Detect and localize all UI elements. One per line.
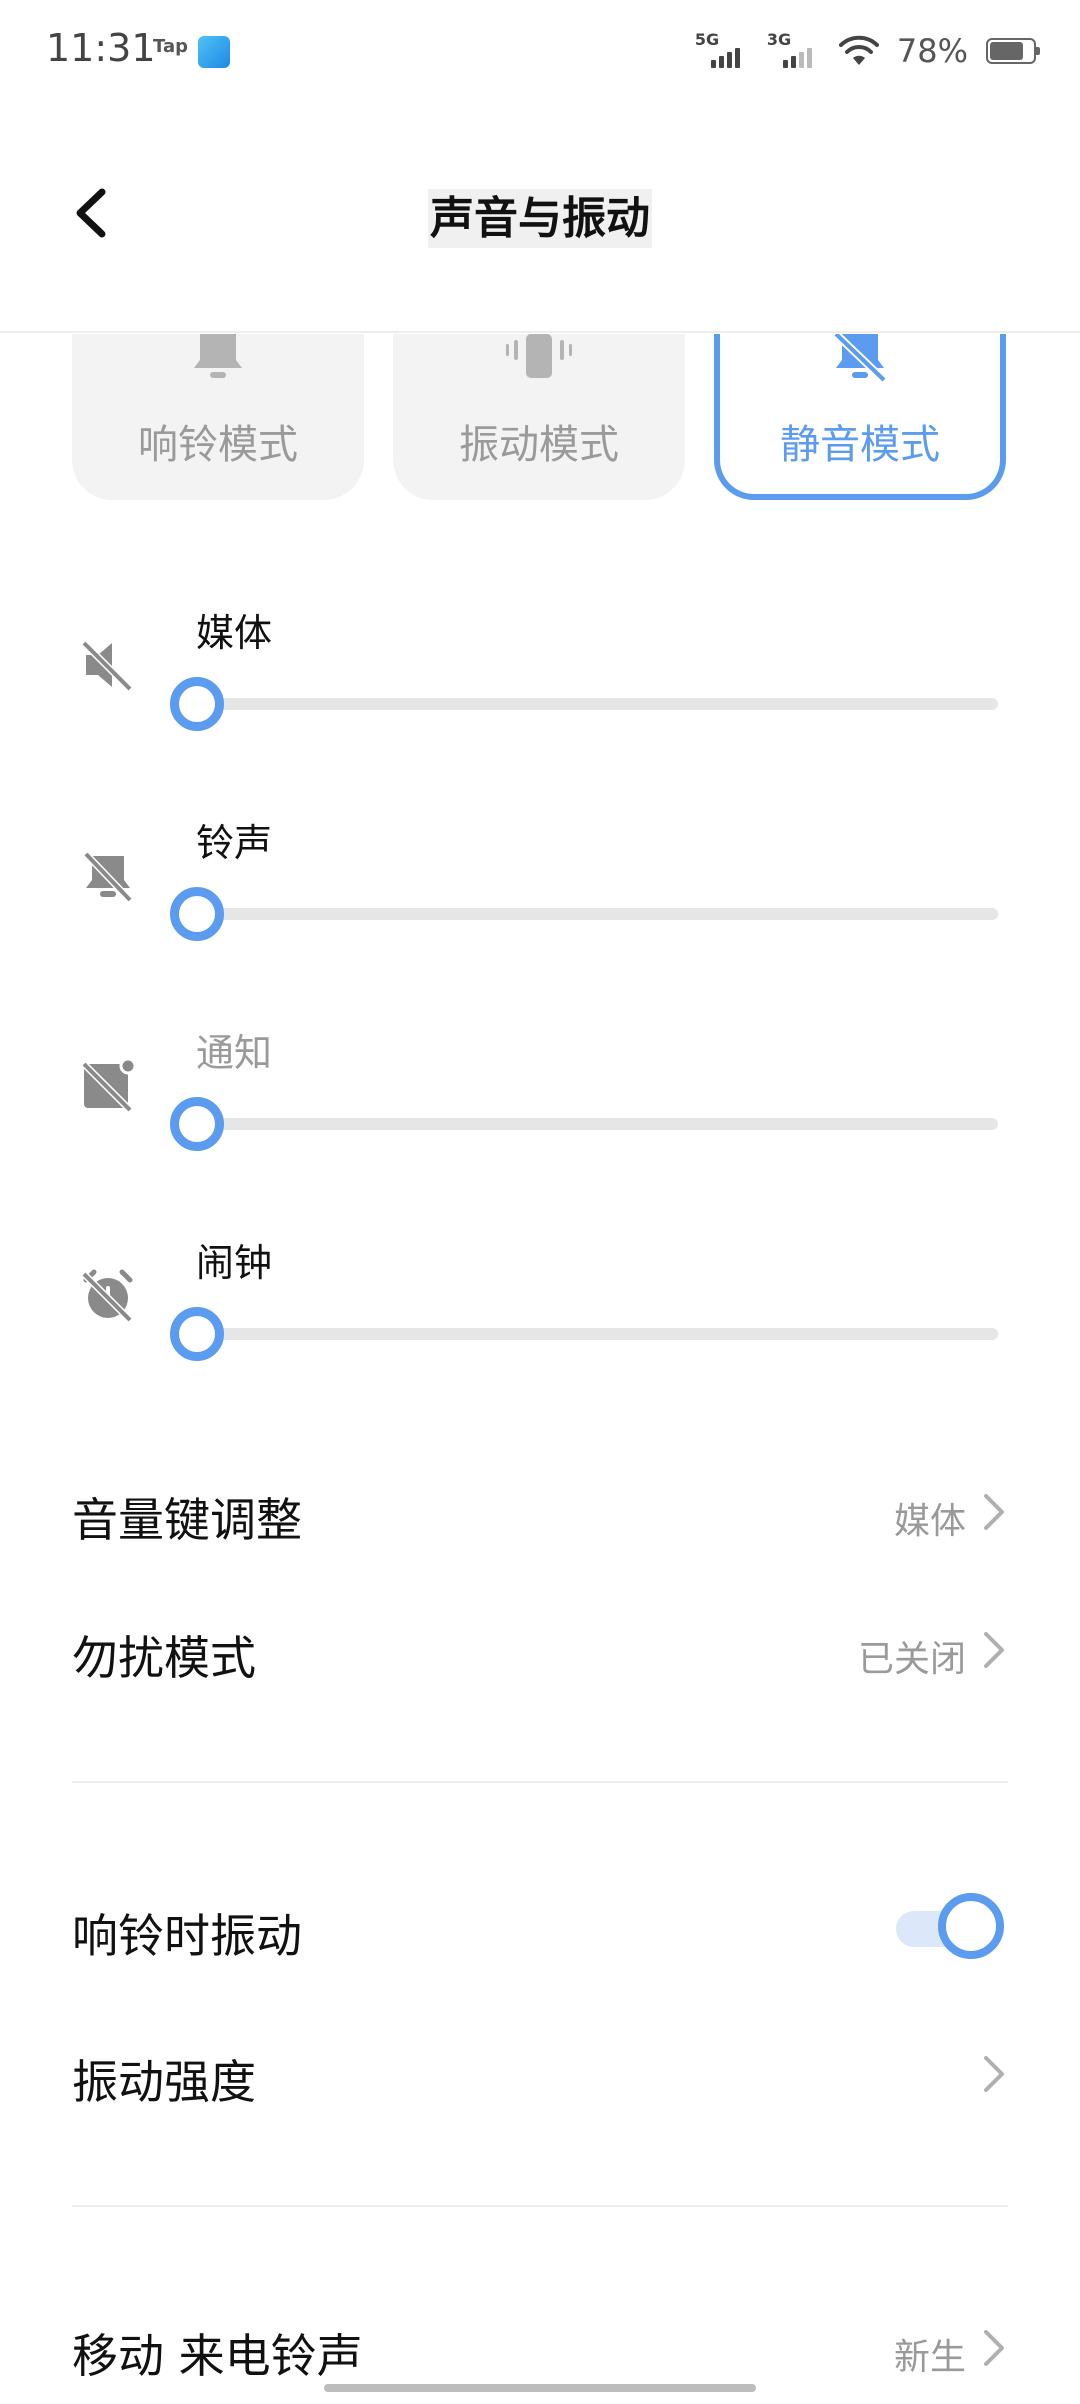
mode-ring-button[interactable]: 响铃模式 bbox=[72, 334, 364, 500]
dnd-label: 勿扰模式 bbox=[72, 1631, 256, 1685]
toggle-knob bbox=[938, 1893, 1004, 1959]
volume-key-value: 媒体 bbox=[893, 1501, 966, 1542]
mode-ring-label: 响铃模式 bbox=[138, 422, 298, 468]
header-divider bbox=[0, 331, 1080, 333]
volume-ringtone-thumb[interactable] bbox=[170, 887, 224, 941]
mode-vibrate-button[interactable]: 振动模式 bbox=[393, 334, 685, 500]
dnd-value: 已关闭 bbox=[857, 1639, 966, 1680]
vibration-strength-label: 振动强度 bbox=[72, 2055, 256, 2109]
mode-silent-label: 静音模式 bbox=[780, 422, 940, 468]
volume-media-thumb[interactable] bbox=[170, 677, 224, 731]
bell-muted-icon bbox=[833, 334, 887, 383]
status-time: 11:31 bbox=[46, 26, 156, 70]
signal-sim1-icon: 5G bbox=[695, 30, 749, 72]
app-notification-icon bbox=[198, 36, 230, 68]
ringtone-value: 新生 bbox=[893, 2337, 966, 2378]
volume-notification-label: 通知 bbox=[196, 1031, 273, 1075]
mode-silent-button[interactable]: 静音模式 bbox=[714, 334, 1006, 500]
bell-icon bbox=[194, 334, 242, 378]
volume-key-label: 音量键调整 bbox=[72, 1493, 302, 1547]
wifi-icon bbox=[838, 35, 879, 65]
volume-ringtone-label: 铃声 bbox=[196, 821, 273, 865]
signal-sim2-icon: 3G bbox=[767, 30, 821, 72]
volume-alarm-label: 闹钟 bbox=[196, 1241, 273, 1285]
status-bar: 11:31 Tap 5G 3G 78% bbox=[0, 0, 1080, 100]
bell-muted-icon bbox=[83, 851, 133, 903]
section-divider bbox=[72, 1781, 1008, 1783]
volume-key-row[interactable]: 音量键调整 媒体 bbox=[0, 1448, 1080, 1568]
taptap-notification-icon: Tap bbox=[153, 36, 188, 57]
mode-vibrate-label: 振动模式 bbox=[459, 422, 619, 468]
sim1-network-type: 5G bbox=[694, 30, 720, 49]
dnd-row[interactable]: 勿扰模式 已关闭 bbox=[0, 1586, 1080, 1706]
page-title: 声音与振动 bbox=[0, 182, 1080, 248]
page-title-text: 声音与振动 bbox=[428, 189, 652, 248]
ringtone-label: 移动 来电铃声 bbox=[72, 2329, 363, 2383]
notification-muted-icon bbox=[81, 1058, 136, 1113]
navigation-handle[interactable] bbox=[324, 2384, 756, 2392]
volume-ringtone-slider[interactable] bbox=[196, 908, 998, 920]
chevron-right-icon bbox=[984, 2330, 1004, 2366]
speaker-muted-icon bbox=[81, 640, 133, 692]
volume-alarm-thumb[interactable] bbox=[170, 1307, 224, 1361]
volume-alarm-slider[interactable] bbox=[196, 1328, 998, 1340]
battery-percent: 78% bbox=[896, 32, 968, 70]
vibrate-icon bbox=[506, 334, 572, 378]
vibrate-on-ring-toggle[interactable] bbox=[886, 1891, 1004, 1961]
alarm-muted-icon bbox=[81, 1269, 133, 1323]
vibration-strength-row[interactable]: 振动强度 bbox=[0, 2010, 1080, 2130]
volume-notification-slider[interactable] bbox=[196, 1118, 998, 1130]
chevron-right-icon bbox=[984, 1632, 1004, 1668]
chevron-right-icon bbox=[984, 2056, 1004, 2092]
vibrate-on-ring-label: 响铃时振动 bbox=[72, 1909, 302, 1963]
section-divider bbox=[72, 2205, 1008, 2207]
volume-media-slider[interactable] bbox=[196, 698, 998, 710]
sim2-network-type: 3G bbox=[766, 30, 792, 49]
volume-notification-thumb[interactable] bbox=[170, 1097, 224, 1151]
chevron-right-icon bbox=[984, 1494, 1004, 1530]
volume-media-label: 媒体 bbox=[196, 611, 273, 655]
battery-icon bbox=[986, 38, 1040, 64]
status-indicators: 5G 3G 78% bbox=[695, 24, 1040, 78]
